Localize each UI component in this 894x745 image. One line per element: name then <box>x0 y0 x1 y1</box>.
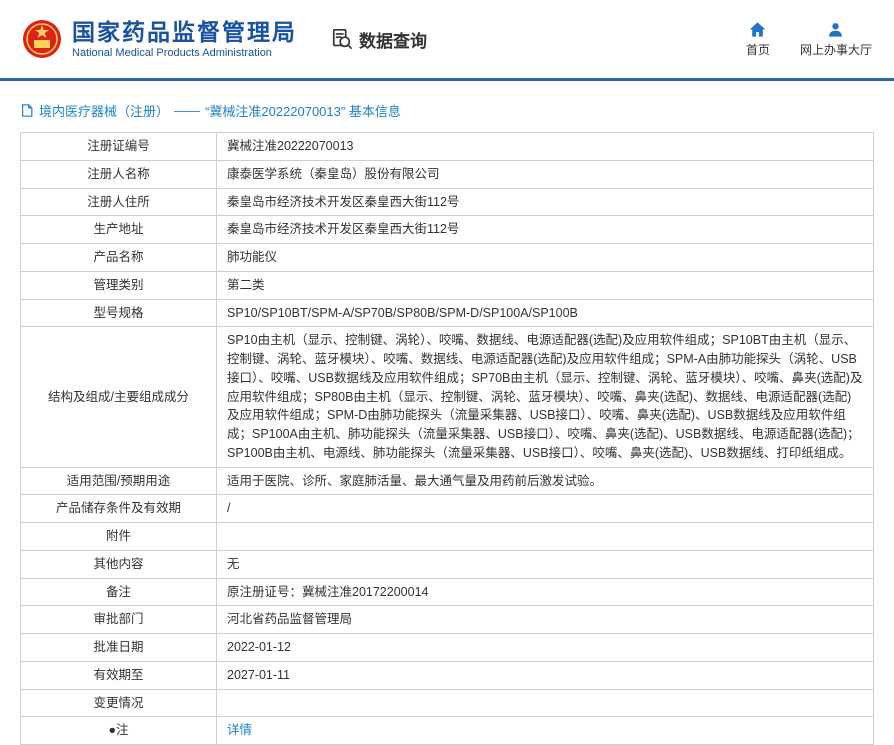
table-row: 结构及组成/主要组成成分 SP10由主机（显示、控制键、涡轮）、咬嘴、数据线、电源… <box>20 326 874 468</box>
row-value: 秦皇岛市经济技术开发区秦皇西大街112号 <box>216 187 874 217</box>
row-label: 批准日期 <box>20 633 217 662</box>
national-emblem-logo <box>22 15 62 63</box>
row-value: 河北省药品监督管理局 <box>216 605 874 634</box>
breadcrumb: 境内医疗器械（注册） —— “冀械注准20222070013” 基本信息 <box>20 101 874 120</box>
row-value: 第二类 <box>216 270 874 300</box>
row-value: 冀械注准20222070013 <box>216 132 874 161</box>
row-label: 产品名称 <box>20 243 217 272</box>
row-value: SP10由主机（显示、控制键、涡轮）、咬嘴、数据线、电源适配器(选配)及应用软件… <box>216 326 874 468</box>
row-value: 详情 <box>216 716 874 745</box>
header-links: 首页 网上办事大厅 <box>746 21 872 58</box>
table-row: 生产地址 秦皇岛市经济技术开发区秦皇西大街112号 <box>20 215 874 244</box>
row-label: 注册人名称 <box>20 159 217 189</box>
table-row: ●注 详情 <box>20 716 874 745</box>
row-value: 2027-01-11 <box>216 660 874 690</box>
table-row: 型号规格 SP10/SP10BT/SPM-A/SP70B/SP80B/SPM-D/… <box>20 298 874 328</box>
row-label: 适用范围/预期用途 <box>20 466 217 496</box>
site-header: 国家药品监督管理局 National Medical Products Admi… <box>0 0 894 78</box>
org-name-en: National Medical Products Administration <box>72 47 272 60</box>
header-divider <box>0 78 894 81</box>
row-value: / <box>216 494 874 523</box>
info-table-body: 注册证编号 冀械注准20222070013 注册人名称 康泰医学系统（秦皇岛）股份有限… <box>20 132 874 745</box>
row-value <box>216 688 874 718</box>
table-row: 批准日期 2022-01-12 <box>20 633 874 662</box>
table-row: 备注 原注册证号：冀械注准20172200014 <box>20 577 874 607</box>
org-name-block: 国家药品监督管理局 National Medical Products Admi… <box>72 19 297 59</box>
table-row: 适用范围/预期用途 适用于医院、诊所、家庭肺活量、最大通气量及用药前后激发试验。 <box>20 466 874 496</box>
row-value: 秦皇岛市经济技术开发区秦皇西大街112号 <box>216 215 874 244</box>
row-label: 有效期至 <box>20 660 217 690</box>
detail-link[interactable]: 详情 <box>227 723 252 737</box>
document-search-icon <box>332 29 352 49</box>
row-label: 变更情况 <box>20 688 217 718</box>
row-label: 管理类别 <box>20 270 217 300</box>
table-row: 审批部门 河北省药品监督管理局 <box>20 605 874 634</box>
table-row: 变更情况 <box>20 688 874 718</box>
row-label: 审批部门 <box>20 605 217 634</box>
person-icon <box>829 22 843 37</box>
table-row: 产品储存条件及有效期 / <box>20 494 874 523</box>
row-label: 产品储存条件及有效期 <box>20 494 217 523</box>
row-label: ●注 <box>20 716 217 745</box>
row-label: 注册人住所 <box>20 187 217 217</box>
home-icon <box>750 21 766 37</box>
row-label: 备注 <box>20 577 217 607</box>
table-row: 附件 <box>20 522 874 551</box>
row-value: 适用于医院、诊所、家庭肺活量、最大通气量及用药前后激发试验。 <box>216 466 874 496</box>
row-value: 肺功能仪 <box>216 243 874 272</box>
nav-data-query[interactable]: 数据查询 <box>331 27 427 52</box>
online-hall-label: 网上办事大厅 <box>799 42 872 57</box>
row-label: 型号规格 <box>20 298 217 328</box>
table-row: 注册人住所 秦皇岛市经济技术开发区秦皇西大街112号 <box>20 187 874 217</box>
breadcrumb-separator: —— <box>174 103 201 118</box>
row-value: 康泰医学系统（秦皇岛）股份有限公司 <box>216 159 874 189</box>
row-label: 生产地址 <box>20 215 217 244</box>
home-link[interactable]: 首页 <box>746 21 770 58</box>
file-icon <box>20 103 34 118</box>
row-value: 无 <box>216 549 874 579</box>
registration-info-table: 注册证编号 冀械注准20222070013 注册人名称 康泰医学系统（秦皇岛）股份有限… <box>20 132 874 745</box>
nav-data-query-label: 数据查询 <box>359 31 427 51</box>
row-label: 附件 <box>20 522 217 551</box>
breadcrumb-title: “冀械注准20222070013” 基本信息 <box>205 104 401 119</box>
row-label: 注册证编号 <box>20 132 217 161</box>
row-value: 原注册证号：冀械注准20172200014 <box>216 577 874 607</box>
row-label: 其他内容 <box>20 549 217 579</box>
table-row: 有效期至 2027-01-11 <box>20 660 874 690</box>
row-label: 结构及组成/主要组成成分 <box>20 326 217 468</box>
table-row: 管理类别 第二类 <box>20 270 874 300</box>
home-link-label: 首页 <box>745 42 770 57</box>
main-content: 境内医疗器械（注册） —— “冀械注准20222070013” 基本信息 注册证… <box>0 101 894 745</box>
row-value: SP10/SP10BT/SPM-A/SP70B/SP80B/SPM-D/SP10… <box>216 298 874 328</box>
breadcrumb-category[interactable]: 境内医疗器械（注册） <box>39 101 169 120</box>
table-row: 产品名称 肺功能仪 <box>20 243 874 272</box>
org-name-cn: 国家药品监督管理局 <box>72 18 297 45</box>
row-value: 2022-01-12 <box>216 633 874 662</box>
table-row: 注册证编号 冀械注准20222070013 <box>20 132 874 161</box>
row-value <box>216 522 874 551</box>
table-row: 其他内容无 <box>20 549 874 579</box>
online-hall-link[interactable]: 网上办事大厅 <box>800 21 872 58</box>
table-row: 注册人名称 康泰医学系统（秦皇岛）股份有限公司 <box>20 159 874 189</box>
